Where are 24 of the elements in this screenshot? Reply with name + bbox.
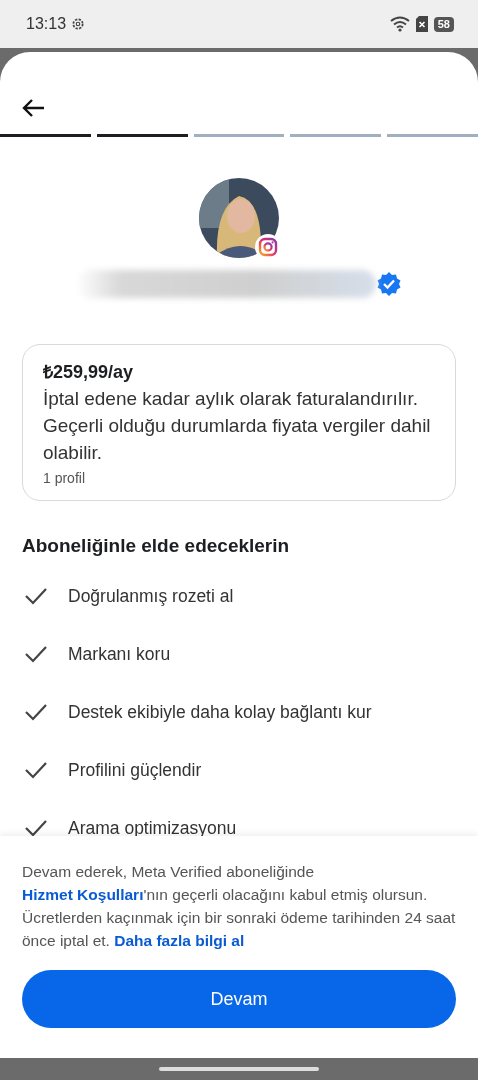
- battery-level: 58: [433, 16, 454, 32]
- benefit-text: Markanı koru: [68, 643, 171, 665]
- wifi-icon: [389, 16, 410, 32]
- status-time: 13:13: [26, 15, 67, 33]
- check-icon: [24, 703, 48, 721]
- settings-icon: [71, 17, 86, 31]
- benefit-text: Profilini güçlendir: [68, 759, 202, 781]
- plan-description: İptal edene kadar aylık olarak faturalandırılır. Geçerli olduğu durumlarda fiyata vergiler dahil olabilir.: [43, 387, 432, 465]
- continue-button[interactable]: Devam: [22, 970, 456, 1028]
- sim-icon: [415, 16, 428, 32]
- benefits-title: Aboneliğinle elde edeceklerin: [22, 535, 291, 557]
- profile-count: 1 profil: [43, 470, 87, 486]
- check-icon: [24, 819, 48, 836]
- check-icon: [24, 587, 48, 605]
- benefit-text: Destek ekibiyle daha kolay bağlantı kur: [68, 701, 372, 723]
- benefit-text: Doğrulanmış rozeti al: [68, 585, 234, 607]
- check-icon: [24, 761, 48, 779]
- plan-price: ₺259,99/ay: [43, 361, 135, 384]
- terms-text: Devam ederek, Meta Verified aboneliğinde Hizmet Koşulları'nın geçerli olacağını kabul etmiş olursun. Ücretlerden kaçınmak için bir sonraki ödeme tarihinden 24 saat önce iptal et. Daha fazla bilgi al: [22, 862, 456, 951]
- check-icon: [24, 645, 48, 663]
- terms-link[interactable]: Hizmet Koşulları: [22, 886, 144, 903]
- instagram-icon: [255, 234, 281, 260]
- back-button[interactable]: [22, 98, 46, 118]
- terms-link[interactable]: Daha fazla bilgi al: [114, 932, 245, 949]
